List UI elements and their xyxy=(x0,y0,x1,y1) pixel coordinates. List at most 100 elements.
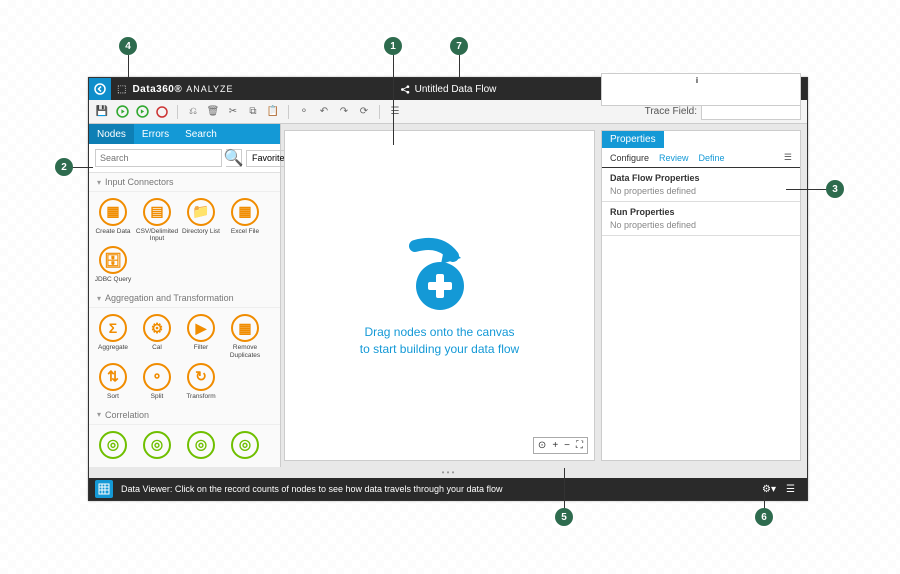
brand-label: Data360® xyxy=(132,84,182,95)
node-item[interactable]: 📁 Directory List xyxy=(181,198,221,242)
trace-field-group: Trace Field: xyxy=(645,104,801,120)
node-label: Directory List xyxy=(182,228,220,235)
run-props-body: No properties defined xyxy=(610,220,792,230)
canvas[interactable]: Drag nodes onto the canvas to start buil… xyxy=(284,130,595,461)
properties-subtabs: Configure Review Define ☰ xyxy=(602,148,800,168)
tab-nodes[interactable]: Nodes xyxy=(89,124,134,144)
trace-field-input[interactable] xyxy=(701,104,801,120)
trace-field-label: Trace Field: xyxy=(645,106,697,117)
back-arrow-icon xyxy=(94,83,106,95)
callout-6: 6 xyxy=(755,508,773,526)
run-icon[interactable] xyxy=(115,105,129,119)
copy-icon[interactable]: ⧉ xyxy=(246,105,260,119)
subtab-define[interactable]: Define xyxy=(699,153,725,163)
canvas-hint: Drag nodes onto the canvas to start buil… xyxy=(360,324,519,358)
callout-line xyxy=(764,494,765,508)
data-viewer-text: Data Viewer: Click on the record counts … xyxy=(121,484,503,494)
node-item[interactable]: ⚙Cal xyxy=(137,314,177,358)
delete-icon[interactable]: 🗑 xyxy=(206,105,220,119)
properties-tab[interactable]: Properties xyxy=(602,131,664,148)
run-selected-icon[interactable] xyxy=(135,105,149,119)
callout-2: 2 xyxy=(55,158,73,176)
save-icon[interactable]: 💾 xyxy=(95,105,109,119)
group-icon[interactable]: ⚬ xyxy=(297,105,311,119)
tab-errors[interactable]: Errors xyxy=(134,124,177,144)
history-back-icon[interactable]: ↶ xyxy=(317,105,331,119)
node-category-list[interactable]: Input Connectors▦Create Data▤CSV/Delimit… xyxy=(89,173,280,467)
node-item[interactable]: ◎ xyxy=(93,431,133,461)
node-grid: ◎ ◎ ◎ ◎ xyxy=(89,425,280,467)
node-label: Aggregate xyxy=(98,344,128,351)
data-viewer-icon[interactable] xyxy=(95,480,113,498)
node-item[interactable]: ▤ CSV/Delimited Input xyxy=(137,198,177,242)
dataflow-props-section: Data Flow Properties No properties defin… xyxy=(602,168,800,202)
paste-icon[interactable]: 📋 xyxy=(266,105,280,119)
node-icon: ▦ xyxy=(231,314,259,342)
info-icon[interactable]: i xyxy=(691,74,703,86)
node-label: Excel File xyxy=(231,228,259,235)
zoom-controls: ⊙ + − ⛶ xyxy=(533,437,588,454)
search-input[interactable] xyxy=(95,149,222,167)
node-icon: ▤ xyxy=(143,198,171,226)
run-props-head: Run Properties xyxy=(610,207,792,217)
zoom-in-icon[interactable]: + xyxy=(552,440,558,451)
flow-title[interactable]: Untitled Data Flow xyxy=(415,84,497,95)
node-label: Remove Duplicates xyxy=(225,344,265,358)
node-item[interactable]: ⚬Split xyxy=(137,363,177,400)
app-window: ⬚ Data360® ANALYZE Untitled Data Flow i … xyxy=(88,77,808,501)
node-label: Create Data xyxy=(95,228,130,235)
tab-search[interactable]: Search xyxy=(177,124,225,144)
subtab-configure[interactable]: Configure xyxy=(610,153,649,163)
node-label: Sort xyxy=(107,393,119,400)
node-item[interactable]: ⇅Sort xyxy=(93,363,133,400)
node-item[interactable]: ▦Create Data xyxy=(93,198,133,242)
category-header[interactable]: Aggregation and Transformation xyxy=(89,289,280,308)
canvas-hint-line2: to start building your data flow xyxy=(360,341,519,358)
toolbar-menu-icon[interactable]: ☰ xyxy=(388,105,402,119)
category-header[interactable]: Input Connectors xyxy=(89,173,280,192)
node-item[interactable]: ◎ xyxy=(137,431,177,461)
gear-icon[interactable]: ⚙▾ xyxy=(762,484,776,495)
callout-3: 3 xyxy=(826,180,844,198)
brand-logo-icon: ⬚ xyxy=(117,84,126,95)
subtab-review[interactable]: Review xyxy=(659,153,689,163)
fullscreen-icon[interactable] xyxy=(692,94,703,105)
node-item[interactable]: ▦ Remove Duplicates xyxy=(225,314,265,358)
footer-menu-icon[interactable]: ☰ xyxy=(786,484,795,495)
node-item[interactable]: ↻Transform xyxy=(181,363,221,400)
history-fwd-icon[interactable]: ↷ xyxy=(337,105,351,119)
category-header[interactable]: Correlation xyxy=(89,406,280,425)
node-item[interactable]: ΣAggregate xyxy=(93,314,133,358)
node-item[interactable]: ▦Excel File xyxy=(225,198,265,242)
share-icon[interactable] xyxy=(400,84,411,95)
node-icon: ◎ xyxy=(143,431,171,459)
node-label: CSV/Delimited Input xyxy=(136,228,178,242)
zoom-out-icon[interactable]: − xyxy=(564,440,570,451)
footer: Data Viewer: Click on the record counts … xyxy=(89,478,807,500)
node-item[interactable]: ▶Filter xyxy=(181,314,221,358)
cut-icon[interactable]: ✂ xyxy=(226,105,240,119)
undo-icon[interactable]: ⎌ xyxy=(186,105,200,119)
node-item[interactable]: 🗄JDBC Query xyxy=(93,246,133,283)
node-icon: ◎ xyxy=(231,431,259,459)
node-icon: ▶ xyxy=(187,314,215,342)
back-button[interactable] xyxy=(89,78,111,100)
zoom-extent-icon[interactable]: ⛶ xyxy=(576,440,583,451)
callout-line xyxy=(128,55,129,77)
properties-menu-icon[interactable]: ☰ xyxy=(784,152,792,163)
left-tabs: Nodes Errors Search xyxy=(89,124,280,144)
dataflow-props-head: Data Flow Properties xyxy=(610,173,792,183)
callout-line xyxy=(73,167,93,168)
canvas-hint-line1: Drag nodes onto the canvas xyxy=(360,324,519,341)
node-item[interactable]: ◎ xyxy=(181,431,221,461)
refresh-icon[interactable]: ⟳ xyxy=(357,105,371,119)
zoom-fit-icon[interactable]: ⊙ xyxy=(538,440,546,451)
node-item[interactable]: ◎ xyxy=(225,431,265,461)
resize-handle[interactable]: • • • xyxy=(89,467,807,478)
search-row: 🔍 Favorites▾ ☰ xyxy=(89,144,280,173)
node-icon: 📁 xyxy=(187,198,215,226)
search-icon[interactable]: 🔍 xyxy=(226,149,242,167)
divider xyxy=(379,105,380,119)
stop-icon[interactable] xyxy=(155,105,169,119)
run-props-section: Run Properties No properties defined xyxy=(602,202,800,236)
